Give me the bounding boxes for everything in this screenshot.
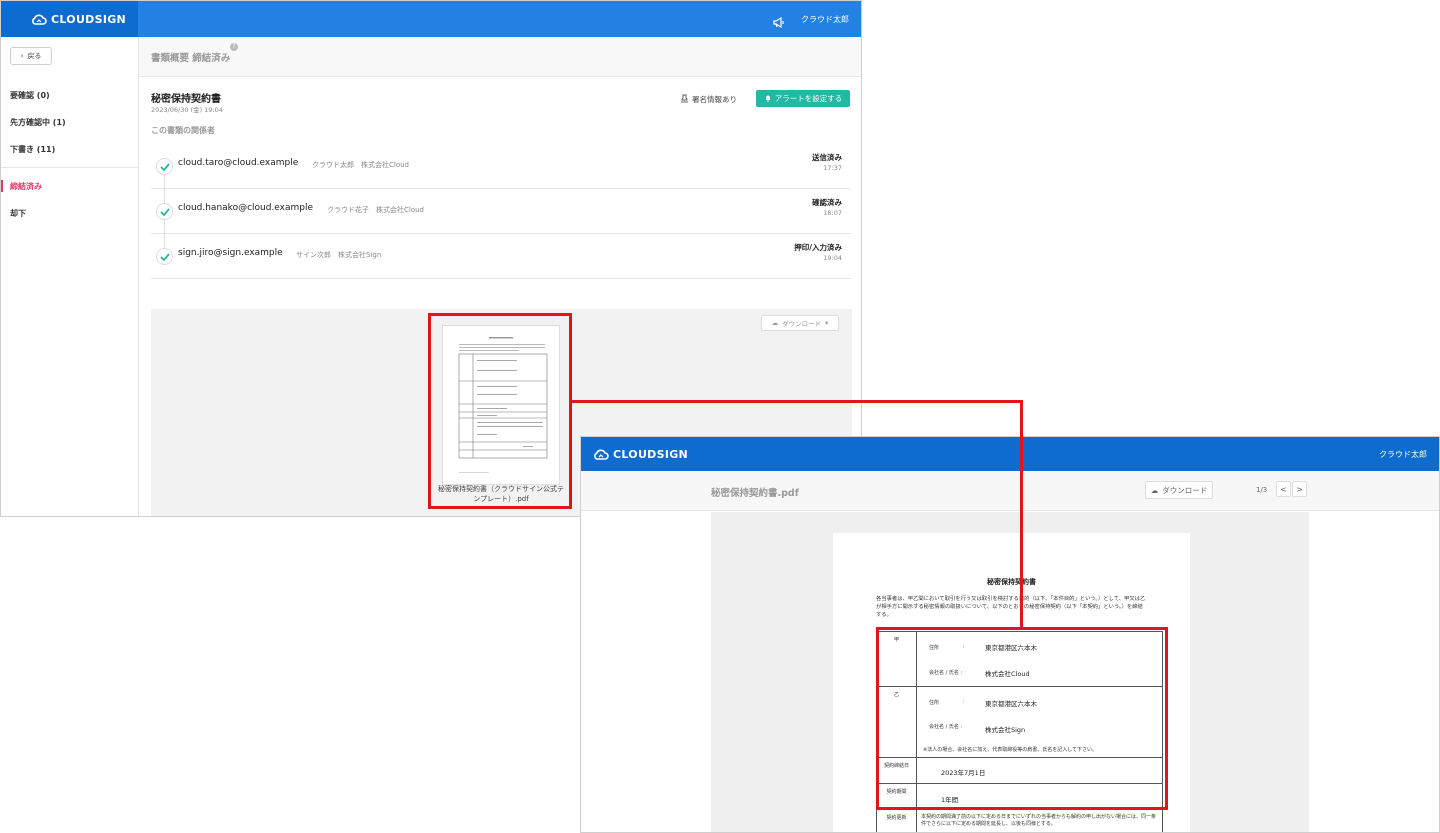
connector-line-horizontal [572,400,1023,403]
document-date: 2023/06/30 (金) 19:04 [151,106,223,114]
download-dropdown[interactable]: ☁ ダウンロード ▾ [761,315,839,331]
party-time: 19:04 [823,254,842,262]
viewer-toolbar: 秘密保持契約書.pdf ☁ ダウンロード 1/3 < > [581,471,1439,511]
chevron-left-icon: ‹ [20,52,24,60]
back-button[interactable]: ‹ 戻る [10,47,52,65]
renewal-label: 契約更新 [877,810,917,832]
set-alert-label: アラートを設定する [774,94,843,103]
check-icon [156,203,173,220]
party-time: 18:07 [823,209,842,217]
user-menu[interactable]: クラウド太郎 [801,14,849,25]
renewal-body: 本契約の期間満了前の以下に定める日までにいずれの当事者からも解約の申し出がない場… [917,810,1162,832]
caret-down-icon: ▾ [825,319,829,327]
cloudsign-logo[interactable]: CLOUDSIGN [593,448,688,461]
file-title: 秘密保持契約書.pdf [711,488,799,499]
sidebar-item-needs-review[interactable]: 要確認 (0) [10,90,50,101]
document-title: 秘密保持契約書 [151,94,221,105]
party-name: サイン次郎 株式会社Sign [296,251,382,259]
renewal-row: 契約更新 本契約の期間満了前の以下に定める日までにいずれの当事者からも解約の申し… [877,810,1162,832]
table-highlight-box [876,627,1168,810]
check-icon [156,158,173,175]
sidebar: ‹ 戻る 要確認 (0) 先方確認中 (1) 下書き (11) 締結済み 却下 [1,37,139,516]
sidebar-item-drafts[interactable]: 下書き (11) [10,144,55,155]
party-status: 送信済み [812,153,842,162]
cloud-logo-icon [31,14,47,25]
renewal-text: 本契約の期間満了前の以下に定める日までにいずれの当事者からも解約の申し出がない場… [921,814,1157,827]
page-title: 書類概要 締結済み [151,53,231,64]
party-email: cloud.taro@cloud.example [178,158,299,168]
party-row: cloud.hanako@cloud.example クラウド花子 株式会社Cl… [151,189,851,234]
top-header: クラウド太郎 [138,1,861,37]
party-status: 確認済み [812,198,842,207]
chevron-right-icon: > [1296,484,1303,494]
viewer-header: CLOUDSIGN クラウド太郎 [581,437,1439,471]
cloud-download-icon: ☁ [771,319,779,327]
megaphone-icon[interactable] [773,13,785,29]
party-row: cloud.taro@cloud.example クラウド太郎 株式会社Clou… [151,144,851,189]
page-indicator: 1/3 [1256,486,1268,494]
party-time: 17:37 [823,164,842,172]
active-indicator [1,180,3,192]
back-label: 戻る [27,52,42,60]
parties-heading: この書類の関係者 [151,126,215,135]
sidebar-divider [1,167,138,168]
page-header: 書類概要 締結済み ? [139,37,861,77]
download-button[interactable]: ☁ ダウンロード [1145,481,1213,499]
contract-title: 秘密保持契約書 [987,578,1036,586]
connector-line-vertical [1020,400,1023,629]
signature-info-link[interactable]: 署名情報あり [680,94,737,105]
logo-text: CLOUDSIGN [51,13,127,26]
party-email: sign.jiro@sign.example [178,248,283,258]
stamp-icon [680,94,689,105]
brand-bar: CLOUDSIGN [1,1,138,37]
party-email: cloud.hanako@cloud.example [178,203,314,213]
party-status: 押印/入力済み [794,243,842,252]
party-name: クラウド花子 株式会社Cloud [327,206,424,214]
sidebar-item-awaiting-partner[interactable]: 先方確認中 (1) [10,117,66,128]
help-icon[interactable]: ? [230,43,238,51]
thumbnail-highlight-box [428,313,572,509]
set-alert-button[interactable]: アラートを設定する [756,90,850,107]
sidebar-item-rejected[interactable]: 却下 [10,208,26,219]
cloud-download-icon: ☁ [1150,485,1159,495]
party-name: クラウド太郎 株式会社Cloud [312,161,409,169]
sidebar-item-concluded[interactable]: 締結済み [10,181,42,192]
download-label: ダウンロード [782,320,822,328]
prev-page-button[interactable]: < [1276,481,1291,497]
cloud-logo-icon [593,449,609,460]
download-label: ダウンロード [1162,485,1208,495]
logo-text: CLOUDSIGN [613,448,689,461]
check-icon [156,248,173,265]
next-page-button[interactable]: > [1292,481,1307,497]
user-menu[interactable]: クラウド太郎 [1379,449,1427,460]
party-row: sign.jiro@sign.example サイン次郎 株式会社Sign 押印… [151,234,851,279]
cloudsign-logo[interactable]: CLOUDSIGN [31,13,126,26]
signature-info-label: 署名情報あり [692,95,737,104]
contract-intro: 各当事者は、甲乙間において取引を行う又は取引を検討する目的（以下、「本件目的」と… [876,596,1146,618]
chevron-left-icon: < [1280,484,1287,494]
bell-icon [764,94,772,104]
